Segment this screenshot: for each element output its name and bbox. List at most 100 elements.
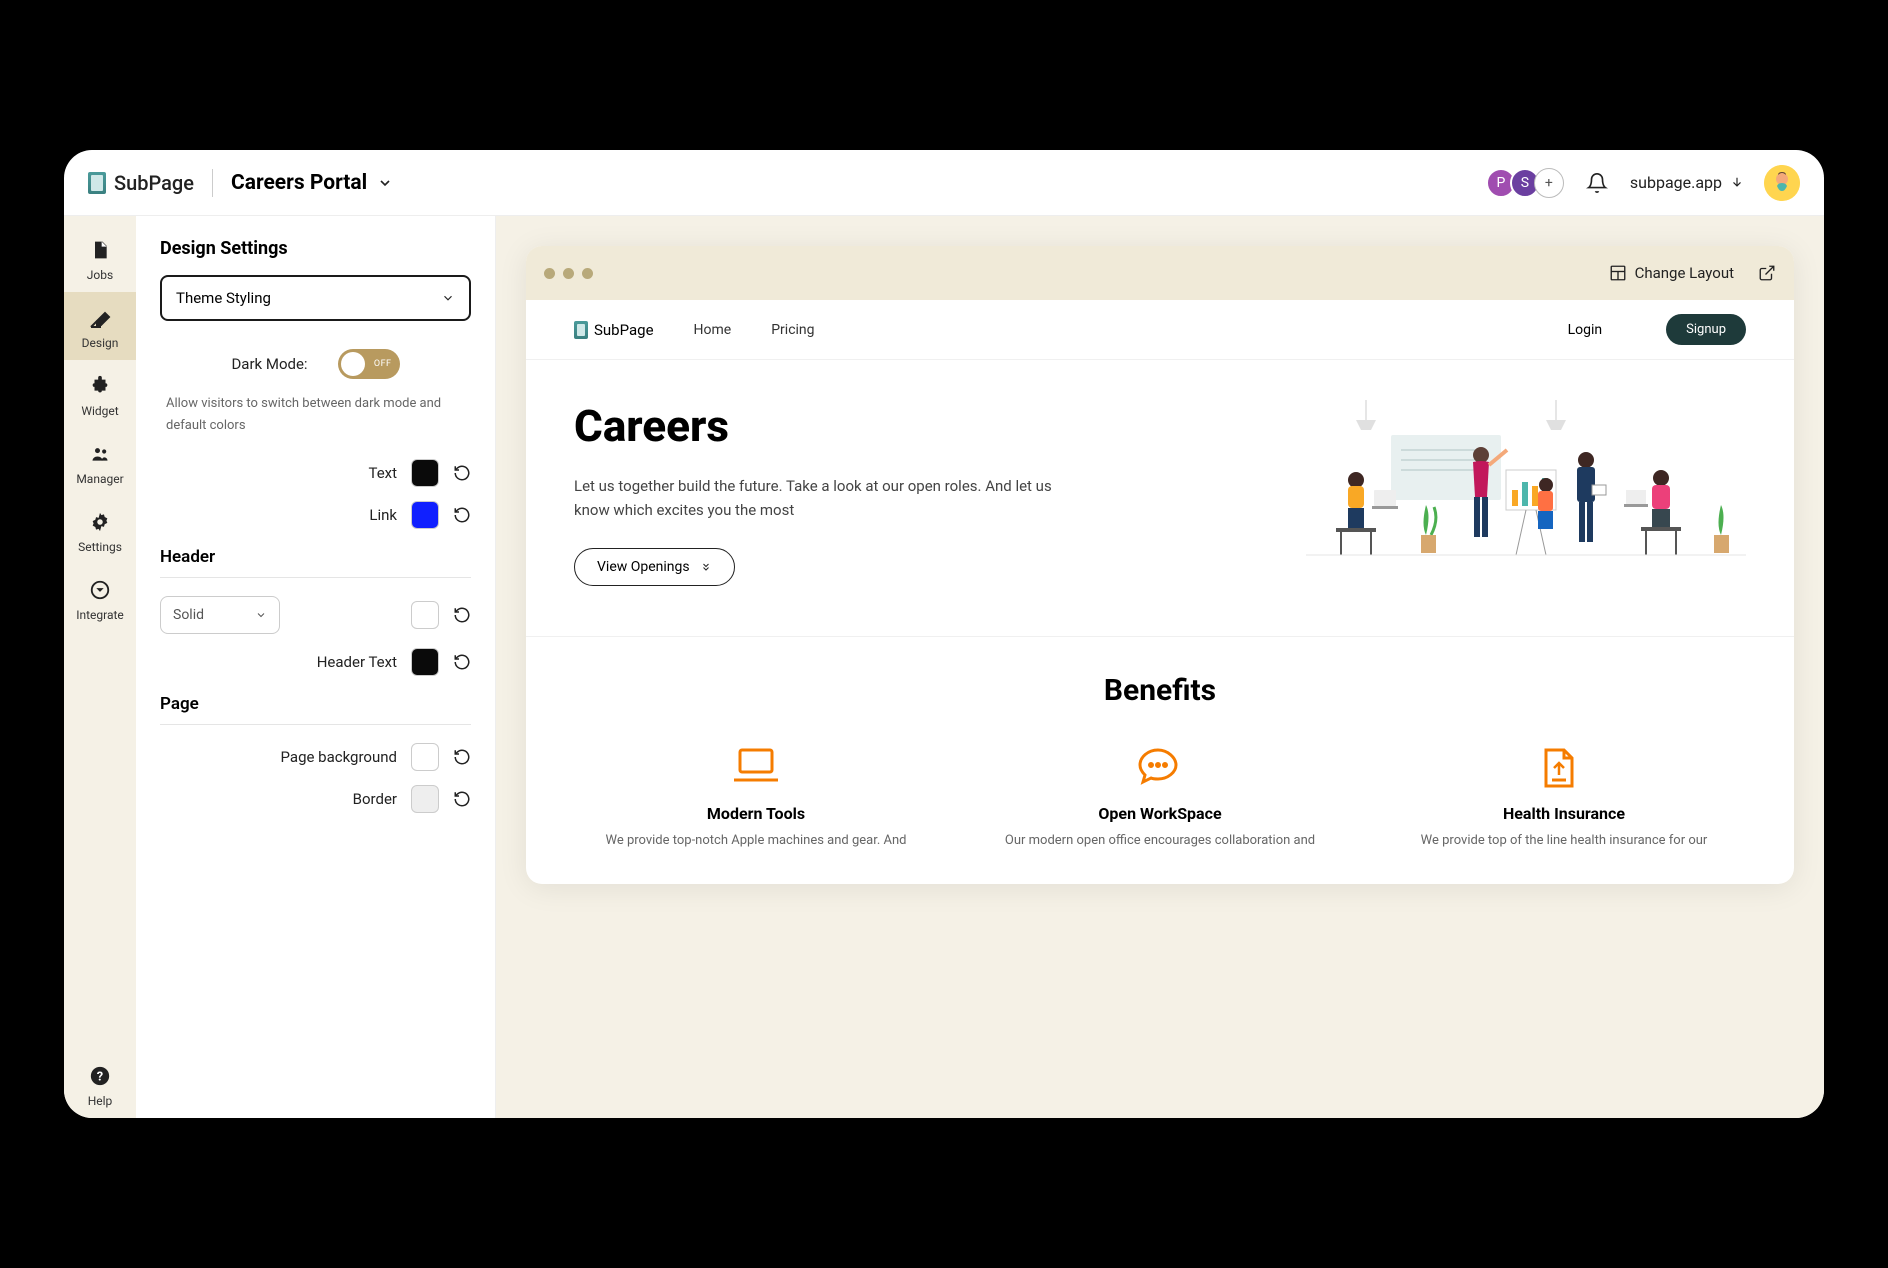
signup-button[interactable]: Signup xyxy=(1666,314,1746,345)
view-openings-label: View Openings xyxy=(597,559,690,575)
domain-link[interactable]: subpage.app xyxy=(1630,173,1744,192)
sidebar-item-design[interactable]: Design xyxy=(64,292,136,360)
benefit-card: Modern Tools We provide top-notch Apple … xyxy=(574,746,938,848)
sidebar-item-label: Integrate xyxy=(76,608,124,622)
link-color-swatch[interactable] xyxy=(411,501,439,529)
portal-dropdown[interactable]: Careers Portal xyxy=(231,171,393,195)
hero-section: Careers Let us together build the future… xyxy=(526,360,1794,637)
benefits-title: Benefits xyxy=(574,673,1746,708)
change-layout-label: Change Layout xyxy=(1635,264,1734,282)
nav-pricing[interactable]: Pricing xyxy=(771,322,814,338)
page-bg-swatch[interactable] xyxy=(411,743,439,771)
toggle-knob xyxy=(341,352,365,376)
reset-icon[interactable] xyxy=(453,506,471,524)
chevron-down-icon xyxy=(441,291,455,305)
change-layout-button[interactable]: Change Layout xyxy=(1609,264,1734,282)
open-external-button[interactable] xyxy=(1758,264,1776,282)
toggle-state: OFF xyxy=(374,359,392,369)
view-openings-button[interactable]: View Openings xyxy=(574,548,735,586)
portal-name: Careers Portal xyxy=(231,171,367,195)
hero-illustration xyxy=(1306,400,1746,580)
sidebar-item-label: Jobs xyxy=(87,268,113,282)
header-bg-swatch[interactable] xyxy=(411,601,439,629)
sidebar-item-label: Manager xyxy=(76,472,123,486)
person-icon xyxy=(1764,165,1800,201)
benefit-desc: Our modern open office encourages collab… xyxy=(978,833,1342,848)
reset-icon[interactable] xyxy=(453,464,471,482)
sidebar-item-label: Widget xyxy=(81,404,118,418)
dark-mode-toggle[interactable]: OFF xyxy=(338,349,400,379)
panel-title: Design Settings xyxy=(160,238,471,259)
brand-logo[interactable]: SubPage xyxy=(88,171,194,195)
external-link-icon xyxy=(1758,264,1776,282)
window-dot xyxy=(563,268,574,279)
border-label: Border xyxy=(353,790,397,808)
reset-icon[interactable] xyxy=(453,748,471,766)
topbar: SubPage Careers Portal P S + subpage.app xyxy=(64,150,1824,216)
bell-icon xyxy=(1586,172,1608,194)
window-dot xyxy=(544,268,555,279)
chevron-down-icon xyxy=(377,175,393,191)
hero-subtitle: Let us together build the future. Take a… xyxy=(574,474,1054,522)
benefit-title: Health Insurance xyxy=(1382,804,1746,823)
brand-name: SubPage xyxy=(114,171,194,195)
design-settings-panel: Design Settings Theme Styling Dark Mode:… xyxy=(136,216,496,1118)
sidebar-item-manager[interactable]: Manager xyxy=(64,428,136,496)
logo-icon xyxy=(88,172,106,194)
text-color-label: Text xyxy=(368,464,397,482)
avatar-add[interactable]: + xyxy=(1534,168,1564,198)
users-icon xyxy=(88,442,112,466)
sidebar-item-help[interactable]: ? Help xyxy=(64,1050,136,1118)
sidebar-item-label: Help xyxy=(88,1094,113,1108)
border-swatch[interactable] xyxy=(411,785,439,813)
gear-icon xyxy=(88,510,112,534)
reset-icon[interactable] xyxy=(453,606,471,624)
sidebar-item-label: Design xyxy=(82,336,119,350)
benefit-title: Open WorkSpace xyxy=(978,804,1342,823)
logo-icon xyxy=(574,321,588,339)
domain-text: subpage.app xyxy=(1630,173,1722,192)
design-icon xyxy=(88,306,112,330)
puzzle-icon xyxy=(88,374,112,398)
login-link[interactable]: Login xyxy=(1568,322,1603,338)
benefit-desc: We provide top of the line health insura… xyxy=(1382,833,1746,848)
reset-icon[interactable] xyxy=(453,653,471,671)
site-brand: SubPage xyxy=(594,321,654,339)
collaborator-avatars[interactable]: P S + xyxy=(1492,168,1564,198)
chevron-double-down-icon xyxy=(700,561,712,573)
theme-select[interactable]: Theme Styling xyxy=(160,275,471,321)
header-section-title: Header xyxy=(160,547,471,567)
notifications-button[interactable] xyxy=(1586,172,1608,194)
benefit-title: Modern Tools xyxy=(574,804,938,823)
page-section-title: Page xyxy=(160,694,471,714)
file-icon xyxy=(88,238,112,262)
header-style-value: Solid xyxy=(173,607,204,623)
sidebar-item-integrate[interactable]: Integrate xyxy=(64,564,136,632)
nav-home[interactable]: Home xyxy=(694,322,732,338)
hero-title: Careers xyxy=(574,400,1266,452)
layout-icon xyxy=(1609,264,1627,282)
reset-icon[interactable] xyxy=(453,790,471,808)
text-color-swatch[interactable] xyxy=(411,459,439,487)
sidebar-item-label: Settings xyxy=(78,540,122,554)
sidebar-item-widget[interactable]: Widget xyxy=(64,360,136,428)
site-header: SubPage Home Pricing Login Signup xyxy=(526,300,1794,360)
header-text-label: Header Text xyxy=(317,653,397,671)
app-window: SubPage Careers Portal P S + subpage.app xyxy=(64,150,1824,1118)
help-icon: ? xyxy=(88,1064,112,1088)
dark-mode-hint: Allow visitors to switch between dark mo… xyxy=(166,393,471,437)
header-text-swatch[interactable] xyxy=(411,648,439,676)
preview-frame: Change Layout SubPage Home Pricing Login xyxy=(526,246,1794,884)
benefit-desc: We provide top-notch Apple machines and … xyxy=(574,833,938,848)
sidebar-item-jobs[interactable]: Jobs xyxy=(64,224,136,292)
header-style-select[interactable]: Solid xyxy=(160,596,280,634)
user-avatar[interactable] xyxy=(1764,165,1800,201)
sidebar-item-settings[interactable]: Settings xyxy=(64,496,136,564)
page-bg-label: Page background xyxy=(281,748,397,766)
divider xyxy=(212,169,213,197)
site-logo[interactable]: SubPage xyxy=(574,321,654,339)
theme-select-label: Theme Styling xyxy=(176,289,271,307)
preview-toolbar: Change Layout xyxy=(526,246,1794,300)
benefits-section: Benefits Modern Tools We provide top-not… xyxy=(526,637,1794,884)
benefit-card: Health Insurance We provide top of the l… xyxy=(1382,746,1746,848)
